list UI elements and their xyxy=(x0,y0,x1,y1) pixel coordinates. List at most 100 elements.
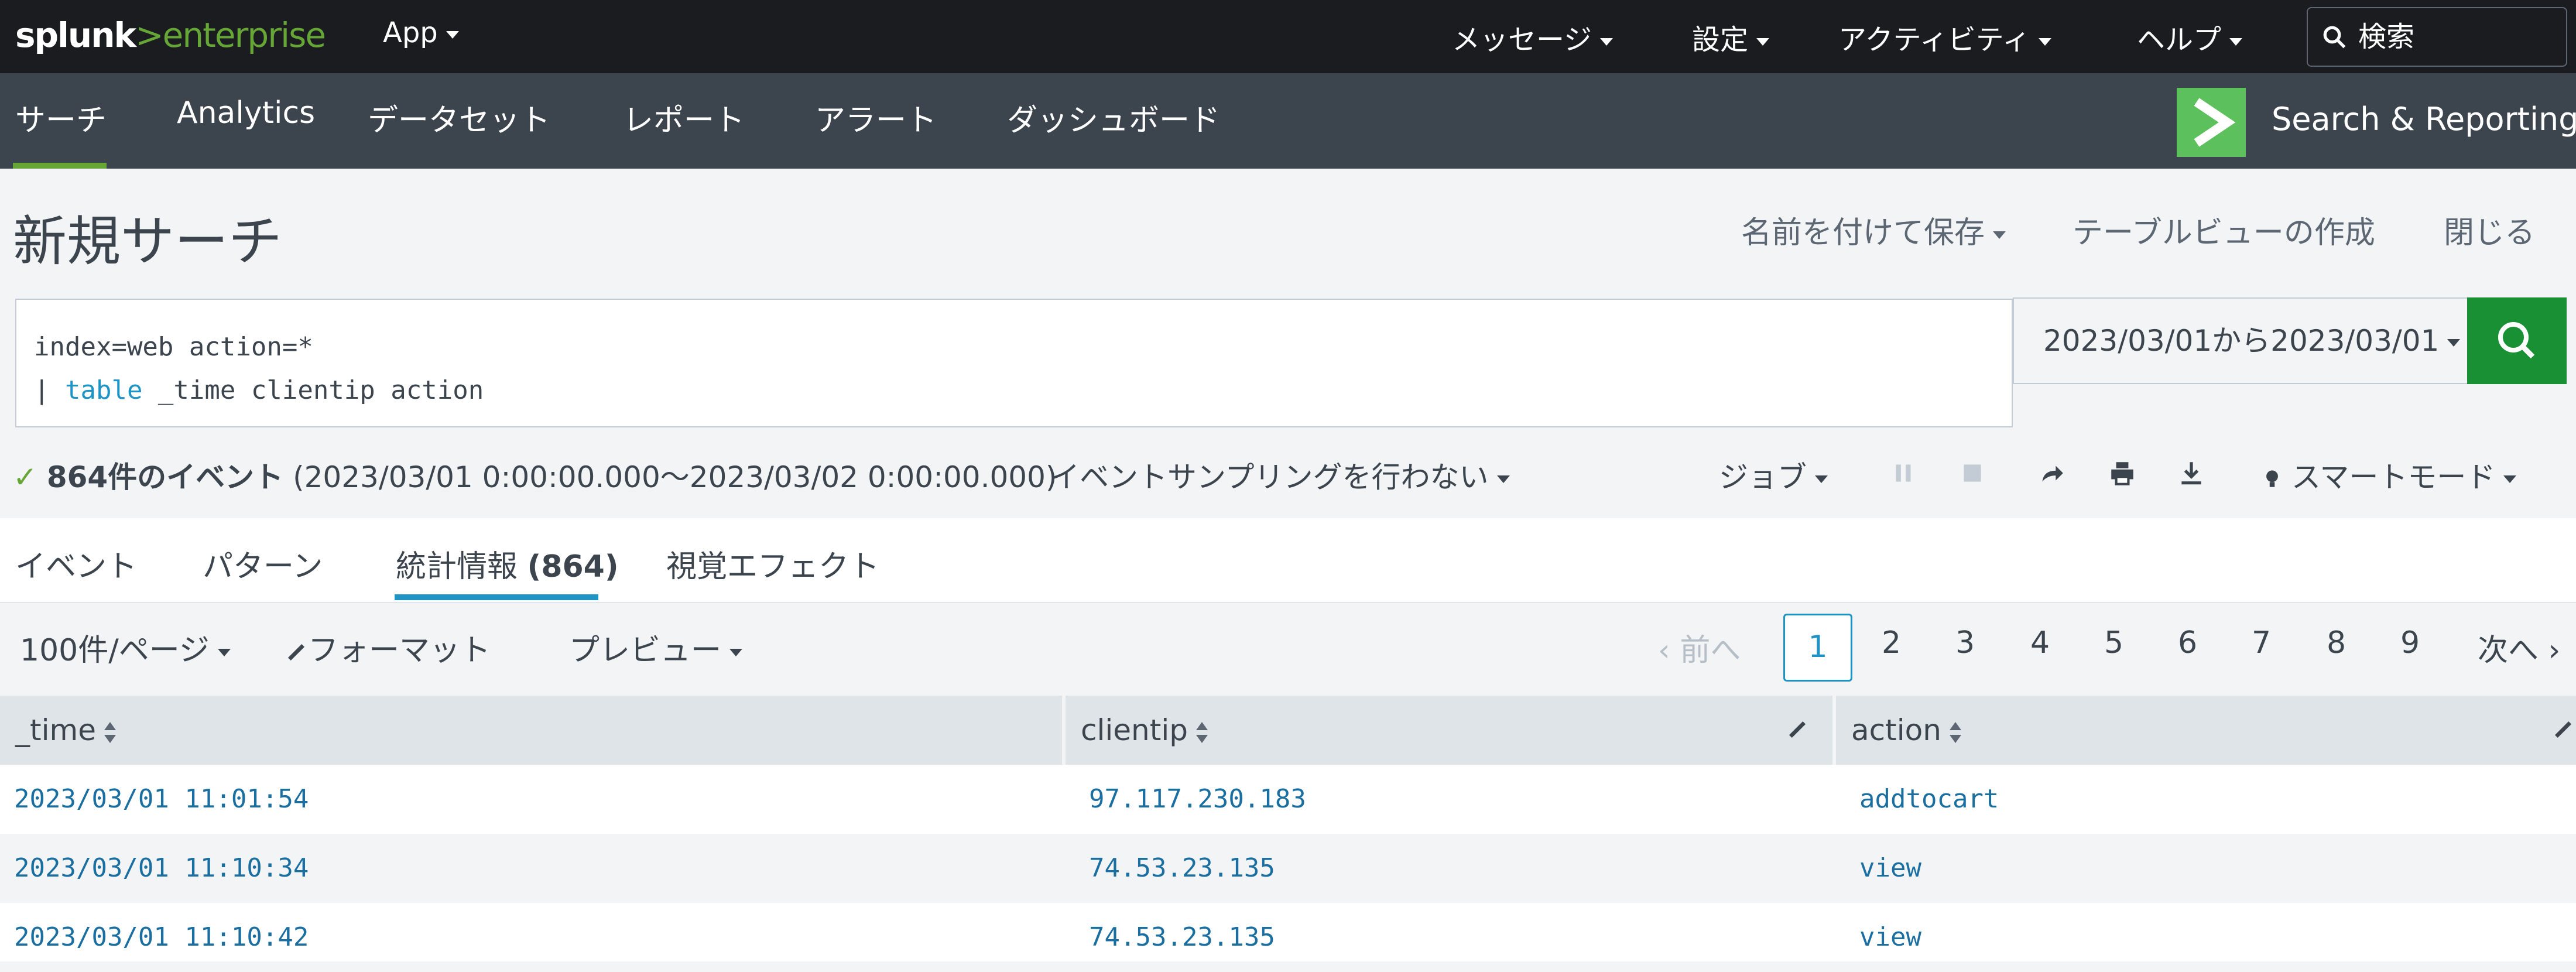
sort-icon xyxy=(1949,721,1961,743)
page-title: 新規サーチ xyxy=(13,210,283,273)
page-button-current[interactable]: 1 xyxy=(1783,614,1852,682)
cell-clientip[interactable]: 74.53.23.135 xyxy=(1089,903,1275,972)
pencil-icon[interactable] xyxy=(2551,718,2575,741)
settings-menu[interactable]: 設定 xyxy=(1692,16,1770,57)
nav-tab-search[interactable]: サーチ xyxy=(15,95,107,139)
app-logo xyxy=(2177,88,2246,157)
chevron-down-icon xyxy=(217,648,231,656)
results-tabs: イベント パターン 統計情報 (864) 視覚エフェクト xyxy=(0,518,2576,603)
tab-statistics[interactable]: 統計情報 (864) xyxy=(396,542,619,586)
cell-time[interactable]: 2023/03/01 11:10:34 xyxy=(14,834,309,903)
query-command: table xyxy=(64,375,143,405)
search-query-input[interactable]: index=web action=* | table _time clienti… xyxy=(15,299,2013,427)
per-page-label: 100件/ページ xyxy=(20,633,210,668)
column-header-clientip[interactable]: clientip xyxy=(1062,696,1832,765)
save-as-label: 名前を付けて保存 xyxy=(1741,215,1985,251)
event-status: ✓ 864件のイベント (2023/03/01 0:00:00.000～2023… xyxy=(13,454,1057,496)
chevron-down-icon xyxy=(729,648,743,656)
table-row: 2023/03/01 11:10:34 74.53.23.135 view xyxy=(0,834,2576,903)
active-tab-indicator xyxy=(13,163,107,169)
per-page-menu[interactable]: 100件/ページ xyxy=(20,625,231,669)
stop-icon[interactable] xyxy=(1958,458,1987,488)
search-icon xyxy=(2498,322,2535,359)
pencil-icon[interactable] xyxy=(1786,718,1809,741)
search-submit-button[interactable] xyxy=(2467,297,2567,384)
event-count: 864件のイベント xyxy=(46,460,284,494)
top-bar: splunk>enterprise App メッセージ 設定 アクティビティ ヘ… xyxy=(0,0,2576,73)
nav-tab-dashboards[interactable]: ダッシュボード xyxy=(1007,95,1220,139)
cell-clientip[interactable]: 74.53.23.135 xyxy=(1089,834,1275,903)
chevron-down-icon xyxy=(446,30,459,39)
page-button[interactable]: 8 xyxy=(2327,625,2346,660)
time-range-picker[interactable]: 2023/03/01から2023/03/01 xyxy=(2013,297,2468,384)
cell-action[interactable]: addtocart xyxy=(1859,765,1999,834)
search-icon xyxy=(2323,26,2346,49)
prev-page-button[interactable]: ‹ 前へ xyxy=(1658,625,1741,669)
column-header-time[interactable]: _time xyxy=(0,696,1062,765)
help-menu[interactable]: ヘルプ xyxy=(2137,16,2243,57)
tab-patterns[interactable]: パターン xyxy=(203,542,323,586)
chevron-right-icon: › xyxy=(2539,633,2561,668)
logo-brand: splunk xyxy=(15,15,136,55)
pause-icon[interactable] xyxy=(1889,458,1918,488)
table-header: _time clientip action xyxy=(0,696,2576,765)
cell-time[interactable]: 2023/03/01 11:01:54 xyxy=(14,765,309,834)
chevron-down-icon xyxy=(2447,339,2461,347)
column-header-label: clientip xyxy=(1081,713,1188,747)
nav-tab-alerts[interactable]: アラート xyxy=(815,95,937,139)
download-icon[interactable] xyxy=(2177,458,2206,488)
chevron-down-icon xyxy=(1993,231,2006,239)
nav-tab-datasets[interactable]: データセット xyxy=(368,95,550,139)
help-label: ヘルプ xyxy=(2137,23,2222,56)
messages-menu[interactable]: メッセージ xyxy=(1452,16,1614,57)
preview-menu[interactable]: プレビュー xyxy=(569,625,743,669)
page-button[interactable]: 3 xyxy=(1955,625,1975,660)
app-menu[interactable]: App xyxy=(383,16,459,49)
cell-clientip[interactable]: 97.117.230.183 xyxy=(1089,765,1306,834)
sampling-menu[interactable]: イベントサンプリングを行わない xyxy=(1050,454,1510,496)
app-bar: サーチ Analytics データセット レポート アラート ダッシュボード S… xyxy=(0,73,2576,169)
job-menu[interactable]: ジョブ xyxy=(1719,454,1828,496)
next-page-button[interactable]: 次へ › xyxy=(2478,625,2560,669)
page-button[interactable]: 6 xyxy=(2178,625,2197,660)
cell-action[interactable]: view xyxy=(1859,834,1921,903)
settings-label: 設定 xyxy=(1692,23,1749,56)
tab-visualization[interactable]: 視覚エフェクト xyxy=(666,542,879,586)
print-icon[interactable] xyxy=(2108,458,2137,488)
cell-action[interactable]: view xyxy=(1859,903,1921,972)
query-args: _time clientip action xyxy=(142,375,484,405)
tab-statistics-count: (864) xyxy=(527,549,619,584)
chevron-right-icon xyxy=(2194,98,2236,147)
sort-icon xyxy=(104,721,116,743)
nav-tab-analytics[interactable]: Analytics xyxy=(177,95,315,131)
tab-events[interactable]: イベント xyxy=(15,542,137,586)
page-button[interactable]: 9 xyxy=(2400,625,2420,660)
column-header-action[interactable]: action xyxy=(1832,696,2576,765)
logo-suffix: >enterprise xyxy=(135,15,326,55)
format-menu[interactable]: フォーマット xyxy=(285,625,491,669)
chevron-down-icon xyxy=(1600,37,1614,46)
share-icon[interactable] xyxy=(2036,458,2065,488)
page-button[interactable]: 4 xyxy=(2030,625,2050,660)
search-mode-menu[interactable]: スマートモード xyxy=(2262,454,2517,496)
chevron-down-icon xyxy=(2229,37,2243,46)
page-button[interactable]: 7 xyxy=(2252,625,2271,660)
splunk-logo[interactable]: splunk>enterprise xyxy=(15,15,326,55)
column-header-label: _time xyxy=(15,713,96,747)
chevron-left-icon: ‹ xyxy=(1658,633,1680,668)
page-button[interactable]: 5 xyxy=(2104,625,2123,660)
prev-page-label: 前へ xyxy=(1680,633,1741,668)
create-table-view-button[interactable]: テーブルビューの作成 xyxy=(2073,208,2375,252)
close-button[interactable]: 閉じる xyxy=(2444,208,2535,252)
activity-menu[interactable]: アクティビティ xyxy=(1838,16,2051,57)
chevron-down-icon xyxy=(2503,475,2517,483)
page-button[interactable]: 2 xyxy=(1882,625,1901,660)
job-label: ジョブ xyxy=(1719,460,1807,494)
global-search-input[interactable]: 検索 xyxy=(2307,7,2567,67)
cell-time[interactable]: 2023/03/01 11:10:42 xyxy=(14,903,309,972)
nav-tab-reports[interactable]: レポート xyxy=(623,95,745,139)
messages-label: メッセージ xyxy=(1452,23,1592,56)
global-search-placeholder: 検索 xyxy=(2358,20,2415,53)
query-line-1: index=web action=* xyxy=(34,332,313,362)
save-as-menu[interactable]: 名前を付けて保存 xyxy=(1741,208,2006,252)
